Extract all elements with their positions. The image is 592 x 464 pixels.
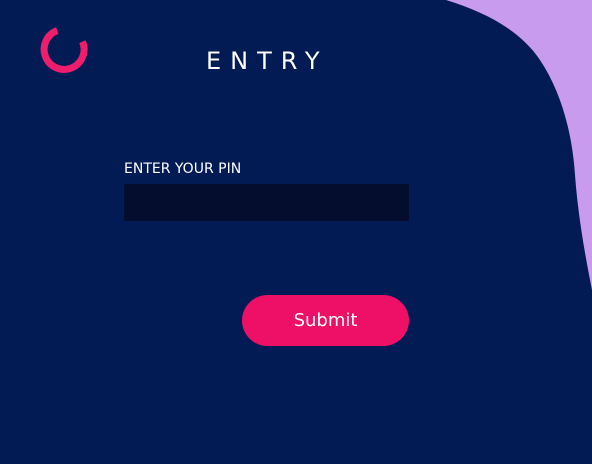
corner-blob-shape — [446, 0, 592, 290]
pin-label: ENTER YOUR PIN — [124, 161, 242, 177]
page-title: ENTRY — [206, 47, 329, 75]
submit-button[interactable]: Submit — [242, 295, 409, 346]
pin-input[interactable] — [124, 184, 409, 221]
ring-loader-icon — [40, 27, 88, 73]
entry-page: { "header": { "title": "ENTRY", "logo_ic… — [0, 0, 592, 464]
